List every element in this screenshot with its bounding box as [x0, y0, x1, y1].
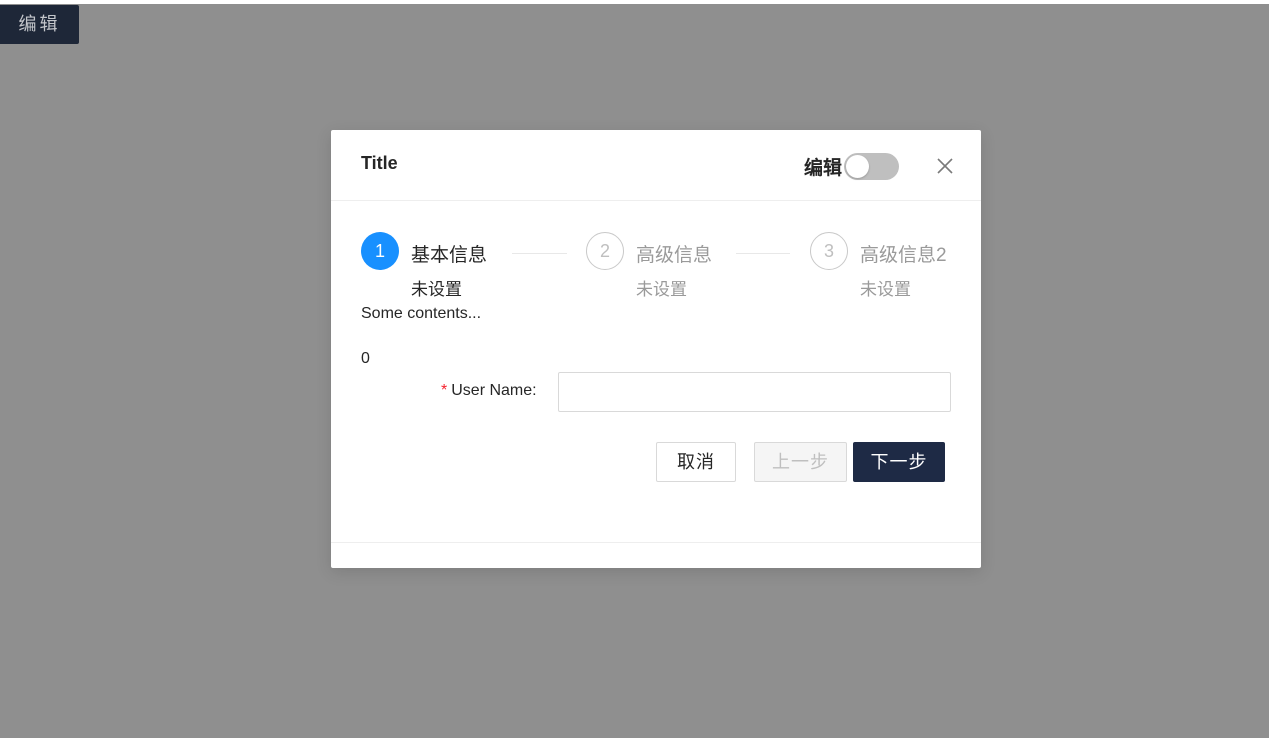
- step-connector-2: [736, 253, 790, 254]
- close-icon[interactable]: [933, 154, 957, 178]
- required-mark: *: [441, 382, 448, 399]
- switch-knob: [846, 155, 869, 178]
- modal-title: Title: [361, 153, 398, 173]
- page-edit-button[interactable]: 编辑: [0, 5, 79, 44]
- username-label-colon: :: [532, 382, 537, 399]
- cancel-button[interactable]: 取消: [656, 442, 736, 482]
- step-3-icon: 3: [810, 232, 848, 270]
- username-input[interactable]: [558, 372, 951, 412]
- modal-dialog: Title 编辑 1 基本信息 未设置 2 高级信息 未设置 3 高级信息2 未…: [331, 130, 981, 568]
- edit-toggle-label: 编辑: [804, 158, 843, 179]
- steps-bar: 1 基本信息 未设置 2 高级信息 未设置 3 高级信息2 未设置: [361, 232, 951, 302]
- step-2-icon: 2: [586, 232, 624, 270]
- modal-header: Title 编辑: [331, 130, 981, 201]
- username-label-text: User Name: [451, 382, 533, 399]
- step-2-title: 高级信息: [636, 245, 713, 266]
- next-step-button[interactable]: 下一步: [853, 442, 945, 482]
- step-3-title: 高级信息2: [860, 245, 947, 266]
- edit-toggle-switch[interactable]: [844, 153, 899, 180]
- step-connector-1: [512, 253, 567, 254]
- close-icon-glyph: [937, 158, 953, 174]
- username-label: * User Name:: [441, 382, 537, 400]
- step-1-title: 基本信息: [411, 245, 488, 266]
- modal-footer-divider: [331, 542, 981, 543]
- step-3-description: 未设置: [860, 280, 911, 299]
- prev-step-button[interactable]: 上一步: [754, 442, 847, 482]
- step-1-description: 未设置: [411, 280, 462, 299]
- step-1-icon: 1: [361, 232, 399, 270]
- step-2-description: 未设置: [636, 280, 687, 299]
- step-content-text: Some contents...: [361, 305, 482, 322]
- counter-value: 0: [361, 350, 370, 367]
